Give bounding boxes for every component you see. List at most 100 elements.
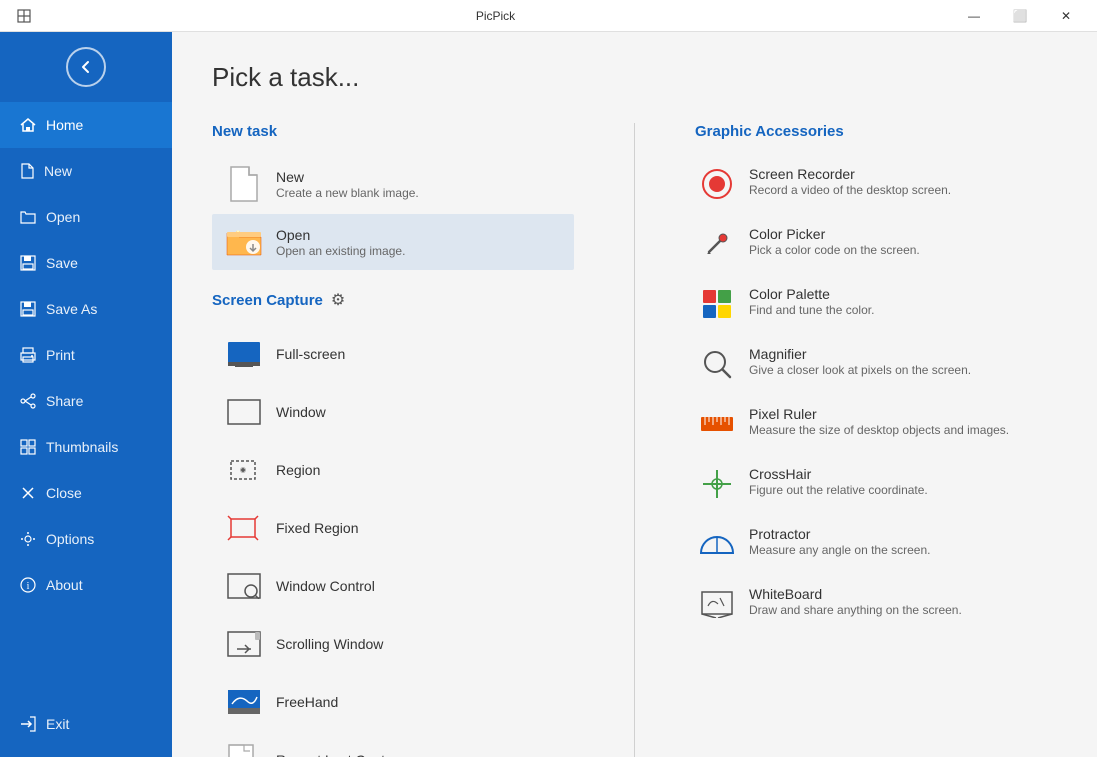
save-icon [20, 255, 36, 271]
sidebar-open-label: Open [46, 209, 80, 225]
sidebar-item-about[interactable]: i About [0, 562, 172, 608]
magnifier-icon [699, 346, 735, 382]
task-item-window-control[interactable]: Window Control [212, 558, 574, 614]
close-button[interactable]: ✕ [1043, 0, 1089, 32]
accessory-pixel-ruler[interactable]: Pixel Ruler Measure the size of desktop … [695, 396, 1057, 452]
sidebar-share-label: Share [46, 393, 83, 409]
task-item-fixed-region[interactable]: Fixed Region [212, 500, 574, 556]
exit-icon [20, 716, 36, 732]
main-inner: Pick a task... New task [172, 32, 1097, 757]
right-column: Graphic Accessories Screen Recorder Reco… [695, 123, 1057, 757]
open-task-name: Open [276, 227, 405, 243]
new-task-name: New [276, 169, 419, 185]
page-title: Pick a task... [212, 62, 1057, 93]
screen-recorder-desc: Record a video of the desktop screen. [749, 183, 951, 197]
save-as-icon [20, 301, 36, 317]
region-icon-box [226, 452, 262, 488]
window-icon-box [226, 394, 262, 430]
task-item-window[interactable]: Window [212, 384, 574, 440]
color-palette-icon [699, 286, 735, 322]
file-new-icon [20, 163, 34, 179]
sidebar-item-thumbnails[interactable]: Thumbnails [0, 424, 172, 470]
maximize-button[interactable]: ⬜ [997, 0, 1043, 32]
sidebar-nav: Home New Open [0, 102, 172, 701]
crosshair-text: CrossHair Figure out the relative coordi… [749, 466, 928, 497]
exit-button[interactable]: Exit [0, 701, 172, 747]
whiteboard-name: WhiteBoard [749, 586, 962, 602]
pixel-ruler-desc: Measure the size of desktop objects and … [749, 423, 1009, 437]
protractor-desc: Measure any angle on the screen. [749, 543, 930, 557]
accessory-whiteboard[interactable]: WhiteBoard Draw and share anything on th… [695, 576, 1057, 632]
pixel-ruler-name: Pixel Ruler [749, 406, 1009, 422]
sidebar-bottom: Exit [0, 701, 172, 757]
sidebar-item-save-as[interactable]: Save As [0, 286, 172, 332]
sidebar-item-print[interactable]: Print [0, 332, 172, 378]
fixed-region-text: Fixed Region [276, 520, 359, 536]
region-text: Region [276, 462, 320, 478]
color-picker-icon [699, 226, 735, 262]
options-icon [20, 531, 36, 547]
about-icon: i [20, 577, 36, 593]
main-content: Pick a task... New task [172, 32, 1097, 757]
column-divider [634, 123, 635, 757]
task-item-full-screen[interactable]: Full-screen [212, 326, 574, 382]
new-file-icon-box [226, 166, 262, 202]
task-item-freehand[interactable]: FreeHand [212, 674, 574, 730]
whiteboard-text: WhiteBoard Draw and share anything on th… [749, 586, 962, 617]
task-item-repeat-last[interactable]: Repeat Last Capture [212, 732, 574, 757]
title-bar-left [8, 0, 40, 32]
accessory-color-palette[interactable]: Color Palette Find and tune the color. [695, 276, 1057, 332]
print-icon [20, 347, 36, 363]
sidebar-save-label: Save [46, 255, 78, 271]
window-control-icon-box [226, 568, 262, 604]
task-item-scrolling-window[interactable]: Scrolling Window [212, 616, 574, 672]
new-task-desc: Create a new blank image. [276, 186, 419, 200]
two-column-layout: New task New Create a new blank image. [212, 123, 1057, 757]
window-name: Window [276, 404, 326, 420]
full-screen-name: Full-screen [276, 346, 345, 362]
accessory-color-picker[interactable]: Color Picker Pick a color code on the sc… [695, 216, 1057, 272]
new-task-text: New Create a new blank image. [276, 169, 419, 200]
back-button[interactable] [0, 32, 172, 102]
left-column: New task New Create a new blank image. [212, 123, 574, 757]
freehand-name: FreeHand [276, 694, 338, 710]
fixed-region-name: Fixed Region [276, 520, 359, 536]
screen-capture-title: Screen Capture [212, 292, 323, 309]
whiteboard-icon [699, 586, 735, 622]
task-item-new[interactable]: New Create a new blank image. [212, 156, 574, 212]
sidebar-item-share[interactable]: Share [0, 378, 172, 424]
task-item-open[interactable]: Open Open an existing image. [212, 214, 574, 270]
magnifier-text: Magnifier Give a closer look at pixels o… [749, 346, 971, 377]
exit-label: Exit [46, 716, 69, 732]
accessory-screen-recorder[interactable]: Screen Recorder Record a video of the de… [695, 156, 1057, 212]
full-screen-text: Full-screen [276, 346, 345, 362]
sidebar-item-open[interactable]: Open [0, 194, 172, 240]
sidebar-item-options[interactable]: Options [0, 516, 172, 562]
title-bar: PicPick — ⬜ ✕ [0, 0, 1097, 32]
sidebar-thumbnails-label: Thumbnails [46, 439, 118, 455]
thumbnails-icon [20, 439, 36, 455]
window-control-name: Window Control [276, 578, 375, 594]
window-controls: — ⬜ ✕ [951, 0, 1089, 32]
sidebar-item-save[interactable]: Save [0, 240, 172, 286]
sidebar-item-close[interactable]: Close [0, 470, 172, 516]
task-item-region[interactable]: Region [212, 442, 574, 498]
accessory-protractor[interactable]: Protractor Measure any angle on the scre… [695, 516, 1057, 572]
sidebar-item-new[interactable]: New [0, 148, 172, 194]
sidebar-options-label: Options [46, 531, 94, 547]
settings-gear-icon[interactable]: ⚙ [331, 290, 345, 310]
new-task-title: New task [212, 123, 574, 140]
sidebar-item-home[interactable]: Home [0, 102, 172, 148]
fullscreen-button[interactable] [8, 0, 40, 32]
color-palette-name: Color Palette [749, 286, 874, 302]
accessory-crosshair[interactable]: CrossHair Figure out the relative coordi… [695, 456, 1057, 512]
open-task-text: Open Open an existing image. [276, 227, 405, 258]
minimize-button[interactable]: — [951, 0, 997, 32]
sidebar-new-label: New [44, 163, 72, 179]
screen-recorder-icon [699, 166, 735, 202]
screen-recorder-text: Screen Recorder Record a video of the de… [749, 166, 951, 197]
magnifier-name: Magnifier [749, 346, 971, 362]
protractor-name: Protractor [749, 526, 930, 542]
accessory-magnifier[interactable]: Magnifier Give a closer look at pixels o… [695, 336, 1057, 392]
freehand-icon-box [226, 684, 262, 720]
